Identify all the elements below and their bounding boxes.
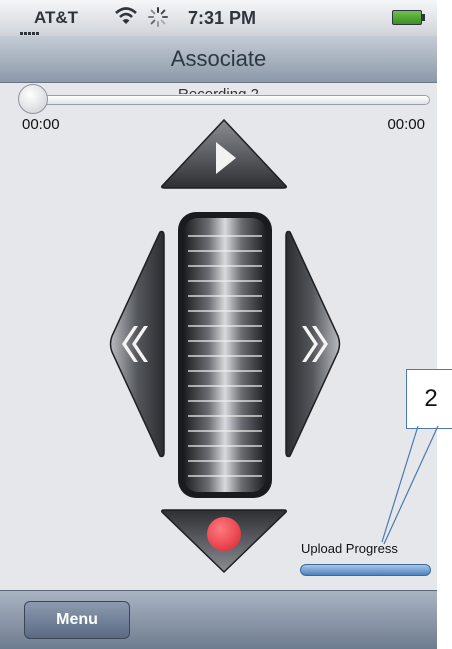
- fast-forward-button[interactable]: [284, 230, 342, 458]
- annotation-pointer: [381, 425, 439, 545]
- menu-button[interactable]: Menu: [24, 601, 130, 639]
- status-time: 7:31 PM: [188, 8, 257, 28]
- play-button[interactable]: [160, 118, 288, 190]
- elapsed-time: 00:00: [22, 116, 60, 133]
- bottom-toolbar: Menu: [0, 590, 437, 649]
- recording-name: Recording 2: [0, 84, 437, 94]
- nav-bar: Associate: [0, 36, 437, 83]
- status-bar: AT&T 7:31 PM: [0, 0, 437, 36]
- spinner-icon: [148, 7, 168, 27]
- wifi-icon: [115, 7, 137, 24]
- carrier-name: AT&T: [34, 8, 79, 27]
- page-title: Associate: [170, 46, 267, 71]
- rewind-button[interactable]: [108, 230, 166, 458]
- battery-icon: [392, 10, 425, 25]
- record-icon: [207, 517, 241, 551]
- remaining-time: 00:00: [387, 116, 425, 133]
- progress-slider-track[interactable]: [20, 95, 430, 105]
- phone-screen: AT&T 7:31 PM Associate Recording 2 00:0: [0, 0, 437, 649]
- progress-slider-thumb[interactable]: [18, 84, 48, 114]
- jog-wheel[interactable]: [176, 210, 274, 500]
- upload-progress-bar: [300, 564, 431, 576]
- record-button[interactable]: [160, 508, 288, 574]
